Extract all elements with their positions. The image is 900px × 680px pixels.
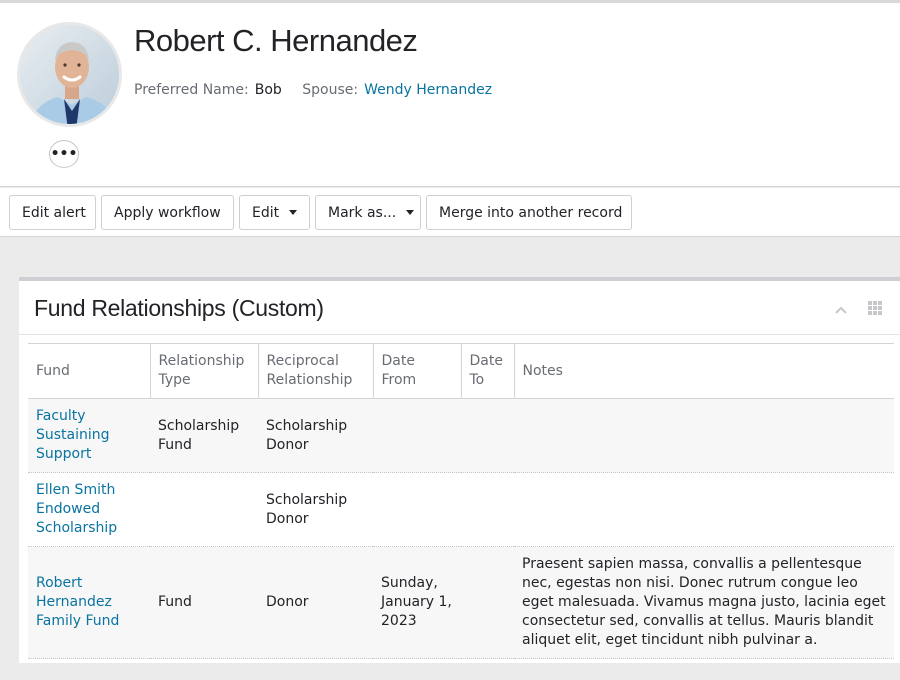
notes-cell (514, 399, 894, 473)
column-header-date-to[interactable]: Date To (461, 343, 515, 399)
column-header-relationship-type[interactable]: Relationship Type (150, 343, 259, 399)
date-from-cell: Sunday, January 1, 2023 (381, 575, 452, 629)
column-header-notes[interactable]: Notes (514, 344, 894, 399)
record-header: ••• Robert C. Hernandez Preferred Name: B… (0, 3, 900, 187)
apply-workflow-button[interactable]: Apply workflow (101, 195, 234, 230)
edit-alert-button[interactable]: Edit alert (9, 195, 96, 230)
apply-workflow-label: Apply workflow (114, 204, 221, 221)
date-to-cell (461, 399, 514, 473)
more-actions-button[interactable]: ••• (49, 140, 79, 168)
relationship-type-cell (150, 473, 258, 547)
mark-as-label: Mark as... (328, 204, 397, 221)
date-from-cell (373, 473, 461, 547)
merge-record-button[interactable]: Merge into another record (426, 195, 632, 230)
avatar-photo (20, 25, 119, 124)
fund-link[interactable]: Faculty Sustaining Support (36, 408, 110, 462)
column-header-fund[interactable]: Fund (28, 343, 151, 399)
grid-icon[interactable] (868, 301, 882, 315)
reciprocal-relationship-cell: Scholarship Donor (266, 417, 348, 453)
fund-cell: Ellen Smith Endowed Scholarship (28, 473, 150, 547)
merge-label: Merge into another record (439, 204, 623, 221)
date-to-cell (461, 547, 514, 659)
mark-as-dropdown-button[interactable]: Mark as... (315, 195, 421, 230)
action-toolbar: Edit alert Apply workflow Edit Mark as..… (0, 188, 900, 237)
table-row: Ellen Smith Endowed Scholarship Scholars… (28, 473, 894, 547)
notes-cell: Praesent sapien massa, convallis a pelle… (522, 556, 886, 648)
reciprocal-relationship-cell: Scholarship Donor (266, 491, 348, 527)
fund-relationships-tile: Fund Relationships (Custom) Fund Relatio… (19, 277, 900, 663)
chevron-up-icon[interactable] (834, 303, 848, 317)
edit-alert-label: Edit alert (22, 204, 86, 221)
date-from-cell (373, 399, 461, 473)
spouse-label: Spouse: (302, 82, 359, 98)
fund-cell: Robert Hernandez Family Fund (28, 547, 150, 659)
preferred-name-value: Bob (254, 82, 282, 98)
reciprocal-relationship-cell: Donor (266, 594, 309, 610)
date-to-cell (461, 473, 514, 547)
preferred-name-label: Preferred Name: (134, 82, 249, 98)
relationship-type-cell: Scholarship Fund (158, 417, 240, 453)
notes-cell (514, 473, 894, 547)
edit-dropdown-button[interactable]: Edit (239, 195, 310, 230)
fund-link[interactable]: Robert Hernandez Family Fund (36, 575, 119, 629)
edit-label: Edit (252, 204, 280, 221)
table-row: Faculty Sustaining Support Scholarship F… (28, 398, 894, 473)
table-header-row: Fund Relationship Type Reciprocal Relati… (28, 343, 894, 399)
column-header-reciprocal-relationship[interactable]: Reciprocal Relationship (258, 343, 374, 399)
record-name: Robert C. Hernandez (134, 23, 418, 58)
tile-divider (19, 334, 900, 335)
tile-title: Fund Relationships (Custom) (34, 295, 324, 321)
fund-cell: Faculty Sustaining Support (28, 399, 150, 473)
column-header-date-from[interactable]: Date From (373, 343, 462, 399)
caret-down-icon (289, 210, 298, 215)
caret-down-icon (406, 210, 415, 215)
fund-relationships-table: Fund Relationship Type Reciprocal Relati… (28, 343, 894, 659)
fund-link[interactable]: Ellen Smith Endowed Scholarship (36, 482, 117, 536)
avatar (17, 22, 122, 127)
table-row: Robert Hernandez Family Fund Fund Donor … (28, 546, 894, 659)
relationship-type-cell: Fund (158, 594, 192, 610)
record-meta: Preferred Name: Bob Spouse: Wendy Hernande… (134, 82, 492, 98)
spouse-link[interactable]: Wendy Hernandez (364, 82, 492, 98)
